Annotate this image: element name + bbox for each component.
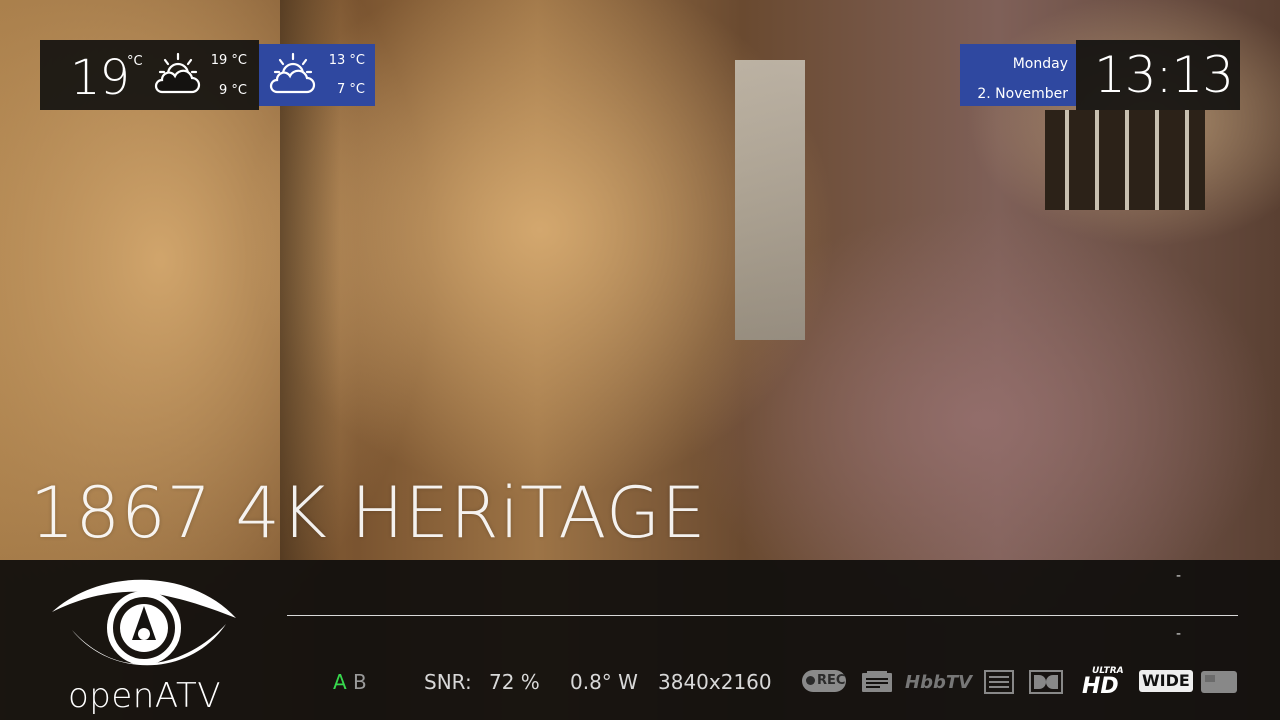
forecast-low-temperature: 7 °C [337,82,365,97]
rec-dot-icon [806,676,815,685]
hd-label: HD [1082,674,1119,699]
rec-label: REC [817,673,846,688]
doorway-light [735,60,805,340]
dolby-icon [1029,670,1063,698]
forecast-high-temperature: 13 °C [328,53,365,68]
event-now-time: - [1176,568,1182,584]
weather-current: 19 °C 19 °C 9 °C [40,40,259,110]
infobar: openATV - - A B SNR: 72 % 0.8° W 3840x21… [0,560,1280,720]
date-panel: Monday 2. November [960,44,1076,106]
event-progress-bar [287,615,1238,616]
partly-cloudy-icon [267,52,317,102]
clock-panel: 13:13 [1076,40,1240,110]
weather-widget: 19 °C 19 °C 9 °C 13 °C 7 °C [40,40,375,110]
subtitles-icon [984,670,1014,698]
ultra-hd-badge: ULTRA HD [1082,666,1124,698]
current-high-temperature: 19 °C [210,53,247,68]
tuner-b-indicator: B [353,670,367,694]
snr-value: 72 % [489,670,540,694]
event-next-time: - [1176,626,1182,642]
clock: 13:13 [1094,46,1234,104]
date: 2. November [977,86,1068,102]
current-low-temperature: 9 °C [219,83,247,98]
datetime-widget: Monday 2. November 13:13 [960,40,1240,110]
current-temperature: 19 [70,50,130,106]
hbbtv-badge: HbbTV [905,672,973,693]
weather-forecast: 13 °C 7 °C [259,44,375,106]
eye-logo-icon [52,579,236,666]
video-resolution: 3840x2160 [658,670,772,694]
weekday: Monday [1012,56,1068,72]
snr-label: SNR: [424,670,472,694]
ci-module-icon [1200,670,1238,698]
temperature-unit: °C [127,54,143,69]
partly-cloudy-icon [152,52,202,102]
tuner-a-indicator: A [333,670,347,694]
orbital-position: 0.8° W [570,670,638,694]
rec-badge: REC [802,670,846,692]
channel-name: 1867 4K HERiTAGE [30,472,707,554]
barred-window [1045,110,1205,210]
teletext-icon [861,670,893,698]
widescreen-badge: WIDE [1139,670,1193,692]
